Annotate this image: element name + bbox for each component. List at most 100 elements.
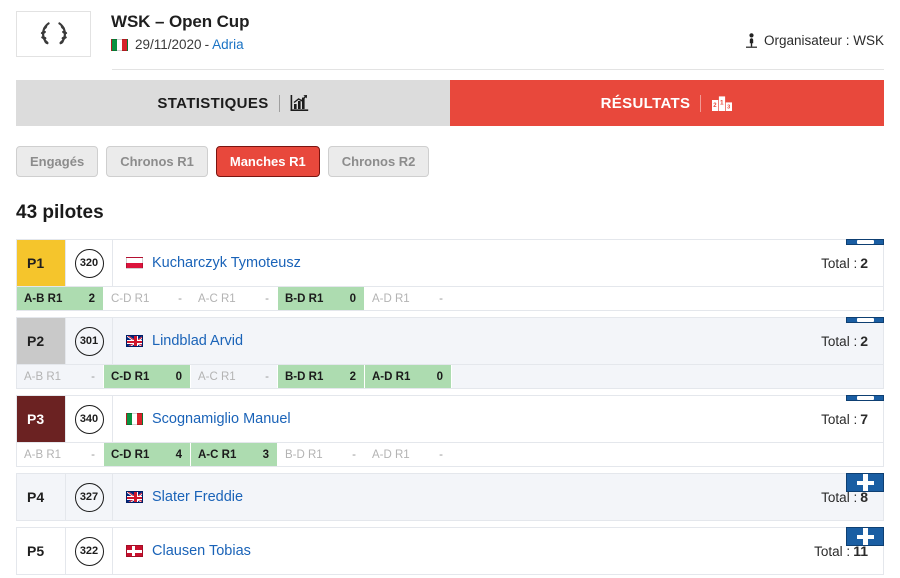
heat-label: A-C R1: [198, 448, 237, 461]
driver-total: Total :2: [821, 318, 883, 364]
heat-value: 0: [436, 370, 443, 383]
flag-poland-icon: [126, 257, 143, 269]
heat-cell[interactable]: C-D R1 0: [104, 365, 191, 388]
position-label: P3: [27, 411, 45, 427]
heat-label: C-D R1: [111, 292, 150, 305]
heat-cell[interactable]: A-C R1 -: [191, 287, 278, 310]
organiser-info: Organisateur : WSK: [745, 33, 884, 48]
heat-label: A-D R1: [372, 292, 410, 305]
flag-italy-icon: [111, 38, 128, 51]
driver-toggle-button[interactable]: [846, 473, 884, 492]
heat-cell[interactable]: A-B R1 -: [17, 443, 104, 466]
organiser-icon: [745, 33, 757, 48]
flag-great-britain-icon: [126, 335, 143, 347]
position-label: P5: [27, 543, 45, 559]
driver-row: P3 340 Scognamiglio Manuel Total :7 A-B R1- C…: [16, 395, 884, 467]
subtab-manches-r1[interactable]: Manches R1: [215, 146, 320, 177]
heat-cell[interactable]: B-D R1 2: [278, 365, 365, 388]
total-label: Total :: [821, 255, 858, 271]
heat-label: B-D R1: [285, 292, 324, 305]
page-title: WSK – Open Cup: [111, 12, 250, 31]
heat-cell[interactable]: C-D R1 4: [104, 443, 191, 466]
driver-toggle-button[interactable]: [846, 395, 884, 401]
organiser-label: Organisateur : WSK: [763, 33, 884, 48]
heat-cell[interactable]: A-B R1 -: [17, 365, 104, 388]
subtab-engages-label: Engagés: [30, 154, 85, 169]
svg-text:1: 1: [720, 99, 724, 106]
driver-toggle-button[interactable]: [846, 317, 884, 323]
subtab-engages[interactable]: Engagés: [16, 146, 99, 177]
heat-cell[interactable]: A-B R1 2: [17, 287, 104, 310]
heat-value: 3: [262, 448, 269, 461]
minus-icon: [856, 240, 874, 244]
driver-name-cell: Clausen Tobias: [113, 528, 814, 574]
total-value: 2: [860, 333, 868, 349]
heat-cell[interactable]: B-D R1 -: [278, 443, 365, 466]
driver-name-link[interactable]: Scognamiglio Manuel: [152, 411, 291, 427]
kart-number: 301: [74, 326, 104, 356]
heat-cell[interactable]: B-D R1 0: [278, 287, 365, 310]
heat-cell[interactable]: A-D R1 -: [365, 443, 452, 466]
driver-name-link[interactable]: Lindblad Arvid: [152, 333, 243, 349]
chart-icon: [290, 95, 308, 111]
driver-row: P2 301 Lindblad Arvid Total :2 A-B R1- C-D R1…: [16, 317, 884, 389]
heat-value: -: [439, 292, 443, 305]
heat-label: B-D R1: [285, 448, 323, 461]
heat-value: 0: [175, 370, 182, 383]
position-badge: P4: [17, 474, 65, 520]
heat-label: A-B R1: [24, 448, 62, 461]
driver-row: P5 322 Clausen Tobias Total :11: [16, 527, 884, 575]
driver-summary: P2 301 Lindblad Arvid Total :2: [17, 318, 883, 364]
tab-statistiques-label: STATISTIQUES: [157, 94, 269, 112]
tab-statistiques[interactable]: STATISTIQUES: [16, 80, 450, 126]
subtab-manches-r1-label: Manches R1: [229, 154, 306, 169]
heat-cell[interactable]: A-C R1 3: [191, 443, 278, 466]
kart-number: 322: [74, 536, 104, 566]
tab-resultats[interactable]: RÉSULTATS 2 1 3: [450, 80, 884, 126]
subtab-chronos-r2[interactable]: Chronos R2: [327, 146, 430, 177]
event-date: 29/11/2020: [135, 37, 202, 52]
driver-name-cell: Scognamiglio Manuel: [113, 396, 821, 442]
heat-label: B-D R1: [285, 370, 324, 383]
heat-value: -: [352, 448, 356, 461]
laurel-wreath-icon: [40, 22, 67, 45]
driver-summary: P3 340 Scognamiglio Manuel Total :7: [17, 396, 883, 442]
heat-cell[interactable]: C-D R1 -: [104, 287, 191, 310]
heat-cell[interactable]: A-D R1 -: [365, 287, 452, 310]
event-location-link[interactable]: Adria: [212, 37, 244, 52]
kart-number-cell: 322: [65, 528, 113, 574]
kart-number-cell: 320: [65, 240, 113, 286]
driver-toggle-button[interactable]: [846, 527, 884, 546]
driver-total: Total :2: [821, 240, 883, 286]
heat-label: A-D R1: [372, 448, 410, 461]
driver-toggle-button[interactable]: [846, 239, 884, 245]
heat-label: A-B R1: [24, 292, 63, 305]
svg-text:3: 3: [728, 105, 731, 111]
heat-cell[interactable]: A-C R1 -: [191, 365, 278, 388]
round-subtabs: Engagés Chronos R1 Manches R1 Chronos R2: [16, 146, 900, 177]
event-info: WSK – Open Cup 29/11/2020 - Adria: [111, 11, 249, 52]
subtitle-separator: -: [204, 37, 210, 52]
driver-summary: P4 327 Slater Freddie Total :8: [17, 474, 883, 520]
kart-number-cell: 327: [65, 474, 113, 520]
minus-icon: [856, 396, 874, 400]
driver-name-link[interactable]: Clausen Tobias: [152, 543, 251, 559]
total-label: Total :: [821, 411, 858, 427]
position-label: P1: [27, 255, 45, 271]
heat-value: 4: [175, 448, 182, 461]
heat-label: A-D R1: [372, 370, 411, 383]
heat-results: A-B R1 2 C-D R1 - A-C R1 - B-D R1 0 A-D R1 -: [17, 286, 883, 310]
total-label: Total :: [821, 333, 858, 349]
driver-name-link[interactable]: Kucharczyk Tymoteusz: [152, 255, 301, 271]
event-subtitle: 29/11/2020 - Adria: [111, 37, 249, 52]
driver-name-link[interactable]: Slater Freddie: [152, 489, 243, 505]
minus-icon: [856, 318, 874, 322]
subtab-chronos-r2-label: Chronos R2: [341, 154, 416, 169]
heat-cell[interactable]: A-D R1 0: [365, 365, 452, 388]
heat-value: -: [439, 448, 443, 461]
subtab-chronos-r1[interactable]: Chronos R1: [106, 146, 208, 177]
tab-resultats-label: RÉSULTATS: [600, 94, 691, 112]
plus-icon: [856, 474, 874, 491]
kart-number: 327: [74, 482, 104, 512]
main-tabs: STATISTIQUES RÉSULTATS 2 1 3: [16, 80, 884, 126]
